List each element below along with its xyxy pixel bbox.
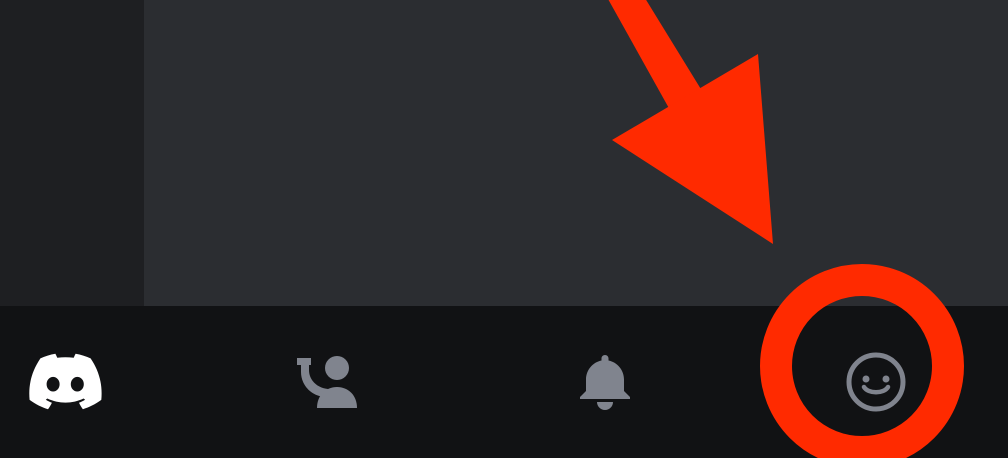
nav-home-button[interactable] xyxy=(20,306,110,458)
app-screen xyxy=(0,0,1008,458)
friends-icon xyxy=(297,356,357,408)
notifications-bell-icon xyxy=(580,355,630,410)
nav-notifications-button[interactable] xyxy=(555,306,655,458)
nav-friends-button[interactable] xyxy=(280,306,380,458)
content-panel xyxy=(144,0,1008,306)
server-sidebar xyxy=(0,0,144,306)
bottom-nav-bar xyxy=(0,306,1008,458)
profile-smiley-icon xyxy=(846,352,906,412)
nav-profile-button[interactable] xyxy=(826,306,926,458)
discord-logo-icon xyxy=(29,353,102,410)
